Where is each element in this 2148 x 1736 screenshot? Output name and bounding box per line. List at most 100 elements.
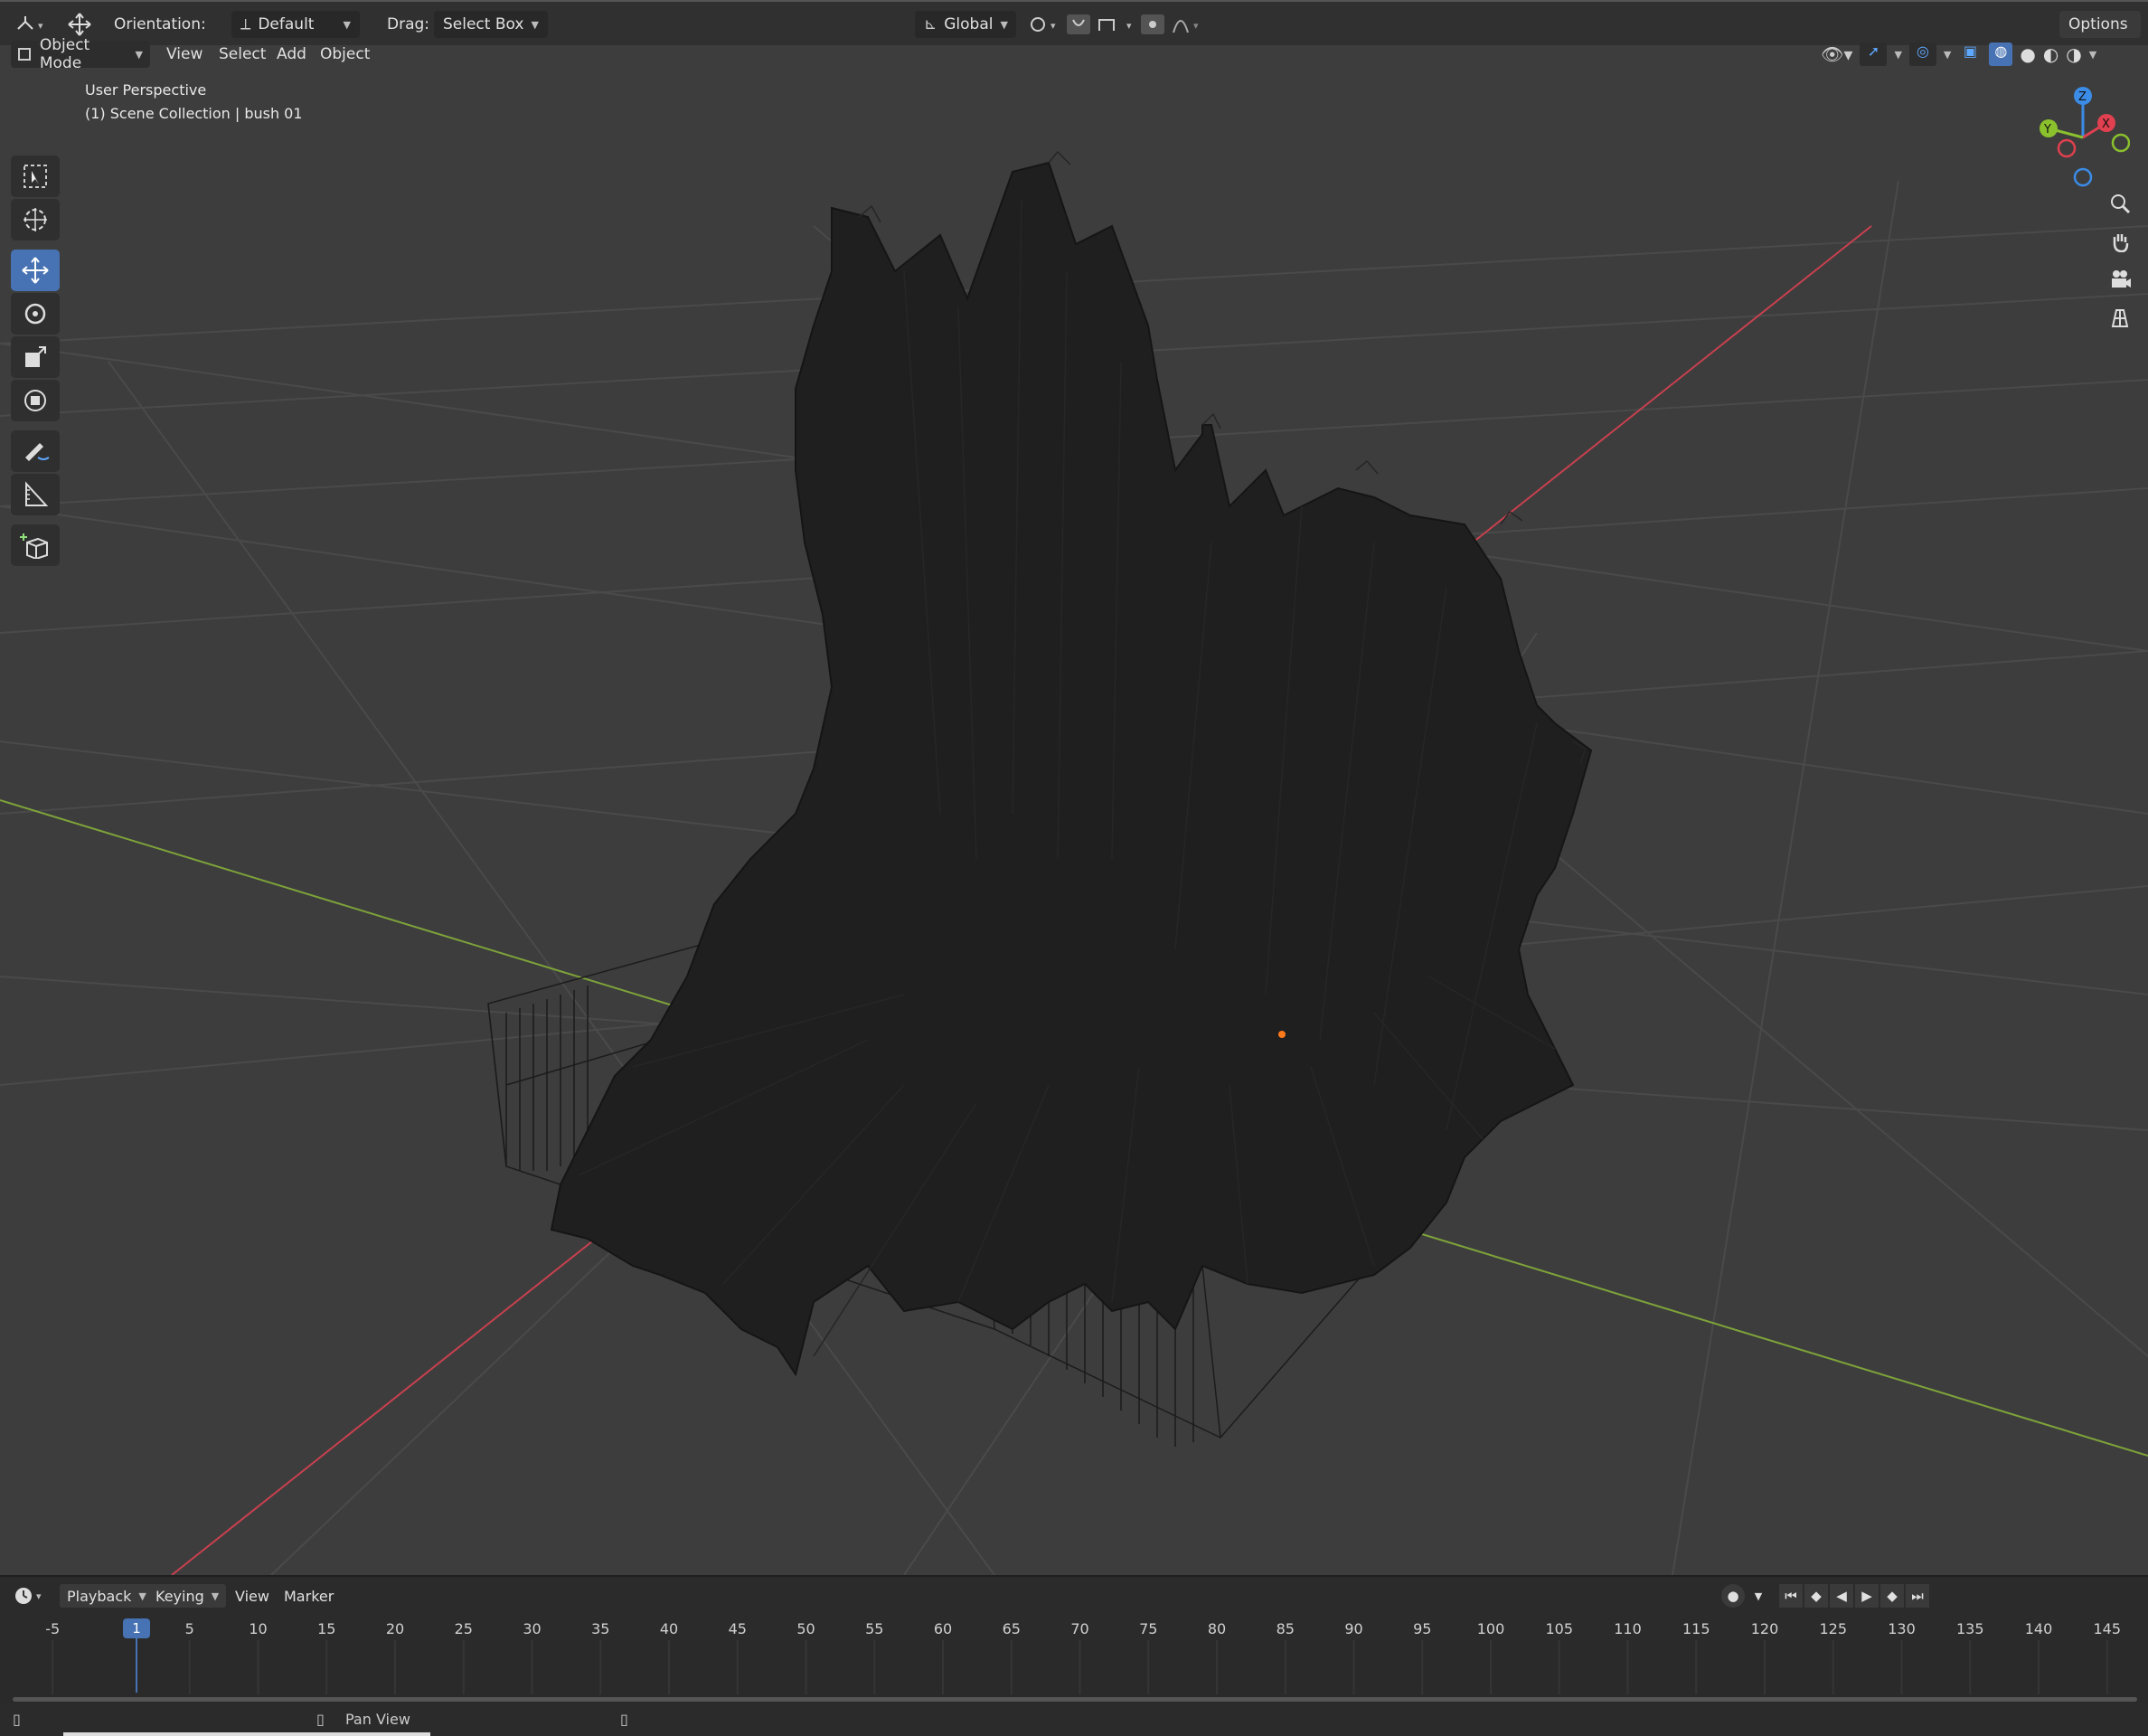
timeline-tick-label: 60 <box>933 1620 953 1637</box>
play-reverse-button[interactable]: ◀ <box>1830 1584 1853 1608</box>
timeline-tick-label: 20 <box>385 1620 405 1637</box>
material-shading-icon[interactable]: ◐ <box>2043 43 2058 65</box>
rendered-shading-icon[interactable]: ◑ <box>2066 43 2081 65</box>
drag-dropdown[interactable]: Select Box ▼ <box>434 11 548 38</box>
gizmo-neg-z[interactable] <box>2073 167 2093 187</box>
camera-view-button[interactable] <box>2105 264 2135 295</box>
jump-to-end-button[interactable]: ⏭ <box>1906 1584 1929 1608</box>
timeline-tick-label: 120 <box>1750 1620 1779 1637</box>
timeline-tick-label: 10 <box>249 1620 268 1637</box>
measure-tool[interactable] <box>11 474 60 515</box>
move-tool-icon[interactable] <box>63 11 96 38</box>
timeline-tick-label: 115 <box>1682 1620 1710 1637</box>
svg-text:▾: ▾ <box>36 1590 42 1602</box>
keying-menu[interactable]: Keying ▼ <box>148 1584 227 1608</box>
tool-settings-bar: ▾ Orientation: ⟂ Default ▼ Drag: Select … <box>0 0 2148 45</box>
playback-menu[interactable]: Playback ▼ <box>60 1584 154 1608</box>
annotate-tool[interactable] <box>11 430 60 472</box>
orientation-dropdown[interactable]: ⟂ Default ▼ <box>231 11 360 38</box>
jump-to-start-button[interactable]: ⏮ <box>1779 1584 1803 1608</box>
zoom-view-button[interactable] <box>2105 188 2135 219</box>
navigation-gizmo[interactable]: Z X Y <box>2030 83 2130 192</box>
menu-select[interactable]: Select <box>212 41 273 68</box>
svg-text:▾: ▾ <box>1050 20 1056 32</box>
xray-toggle-icon[interactable]: ▣ <box>1958 42 1982 66</box>
add-cube-icon <box>20 533 48 559</box>
timeline-tick-label: 100 <box>1476 1620 1505 1637</box>
menu-add[interactable]: Add <box>269 41 314 68</box>
wireframe-shading-icon[interactable]: ◍ <box>1989 42 2013 66</box>
timeline-tick-label: 5 <box>184 1620 194 1637</box>
collection-label: (1) Scene Collection | bush 01 <box>85 105 303 122</box>
3d-viewport[interactable]: User Perspective (1) Scene Collection | … <box>0 72 2148 1575</box>
marker-menu[interactable]: Marker <box>284 1584 334 1608</box>
pan-view-hint: Pan View <box>345 1711 410 1728</box>
keying-label: Keying <box>155 1587 204 1605</box>
gizmo-toggle-icon[interactable]: ➚ <box>1860 42 1888 66</box>
chevron-down-icon[interactable]: ▼ <box>1894 49 1901 61</box>
camera-icon <box>2112 270 2131 288</box>
timeline-editor-type-button[interactable]: ▾ <box>13 1584 49 1608</box>
gizmo-neg-x[interactable] <box>2057 138 2077 158</box>
rotate-tool[interactable] <box>11 293 60 335</box>
add-cube-tool[interactable] <box>11 524 60 566</box>
clock-icon: ▾ <box>15 1588 42 1604</box>
overlays-icon[interactable]: ◎ <box>1908 42 1936 66</box>
grid-perspective-icon <box>2111 309 2129 327</box>
cursor-tool[interactable] <box>11 199 60 241</box>
scale-tool[interactable] <box>11 336 60 378</box>
current-frame-indicator[interactable]: 1 <box>123 1618 150 1638</box>
timeline-tick-label: 105 <box>1545 1620 1574 1637</box>
hand-icon <box>2113 234 2129 252</box>
object-origin-dot <box>1278 1031 1286 1038</box>
chevron-down-icon[interactable]: ▼ <box>2089 49 2096 61</box>
select-box-tool[interactable] <box>11 156 60 197</box>
pivot-point-button[interactable]: ▾ <box>1025 11 1065 38</box>
pivot-icon: ▾ <box>1031 17 1056 32</box>
transform-tool[interactable] <box>11 380 60 421</box>
menu-object[interactable]: Object <box>313 41 377 68</box>
move-tool[interactable] <box>11 250 60 291</box>
timeline-scrollbar[interactable] <box>0 1694 2148 1703</box>
play-button[interactable]: ▶ <box>1855 1584 1879 1608</box>
3d-viewport-icon: ▾ <box>17 16 43 32</box>
chevron-down-icon[interactable]: ▼ <box>1944 49 1951 61</box>
proportional-editing-icon: ▾ <box>1141 14 1199 34</box>
chevron-down-icon: ▼ <box>343 18 351 31</box>
jump-prev-keyframe-button[interactable]: ◆ <box>1804 1584 1828 1608</box>
timeline-tick-label: 65 <box>1002 1620 1021 1637</box>
menu-view[interactable]: View <box>159 41 210 68</box>
solid-shading-icon[interactable]: ● <box>2020 43 2035 65</box>
timeline-tick-label: 125 <box>1819 1620 1848 1637</box>
snap-toggle[interactable]: ▾ <box>1067 11 1143 38</box>
transform-orientation-dropdown[interactable]: ⊾ Global ▼ <box>915 11 1016 38</box>
options-dropdown[interactable]: Options <box>2059 11 2141 38</box>
timeline-tick-label: 110 <box>1614 1620 1642 1637</box>
editor-type-button[interactable]: ▾ <box>13 11 49 38</box>
timeline-tick-label: 135 <box>1955 1620 1984 1637</box>
mode-dropdown[interactable]: Object Mode ▼ <box>11 36 150 72</box>
visibility-icon[interactable]: 👁︎▾ <box>1821 43 1852 65</box>
pencil-icon <box>25 443 50 461</box>
progress-underline <box>63 1732 430 1736</box>
gizmo-neg-y[interactable] <box>2111 133 2130 153</box>
jump-next-keyframe-button[interactable]: ◆ <box>1880 1584 1904 1608</box>
timeline-tick-label: 95 <box>1413 1620 1432 1637</box>
perspective-label: User Perspective <box>85 81 207 99</box>
svg-text:▾: ▾ <box>38 20 43 32</box>
perspective-toggle-button[interactable] <box>2105 302 2135 333</box>
pan-view-button[interactable] <box>2105 226 2135 257</box>
chevron-down-icon[interactable]: ▼ <box>1747 1584 1770 1608</box>
global-axes-icon: ⊾ <box>924 15 937 33</box>
timeline-view-menu[interactable]: View <box>235 1584 269 1608</box>
timeline-track-area[interactable] <box>0 1640 2148 1694</box>
transform-icon <box>24 390 46 411</box>
auto-keying-button[interactable]: ● <box>1721 1584 1745 1608</box>
options-label: Options <box>2068 15 2128 33</box>
drag-label: Drag: <box>387 15 430 33</box>
proportional-editing-toggle[interactable]: ▾ <box>1141 11 1210 38</box>
timeline-tick-label: 85 <box>1276 1620 1295 1637</box>
timeline-tick-label: 45 <box>728 1620 747 1637</box>
mouse-middle-icon: ▯ <box>316 1711 325 1728</box>
scrollbar-thumb[interactable] <box>13 1697 2137 1702</box>
